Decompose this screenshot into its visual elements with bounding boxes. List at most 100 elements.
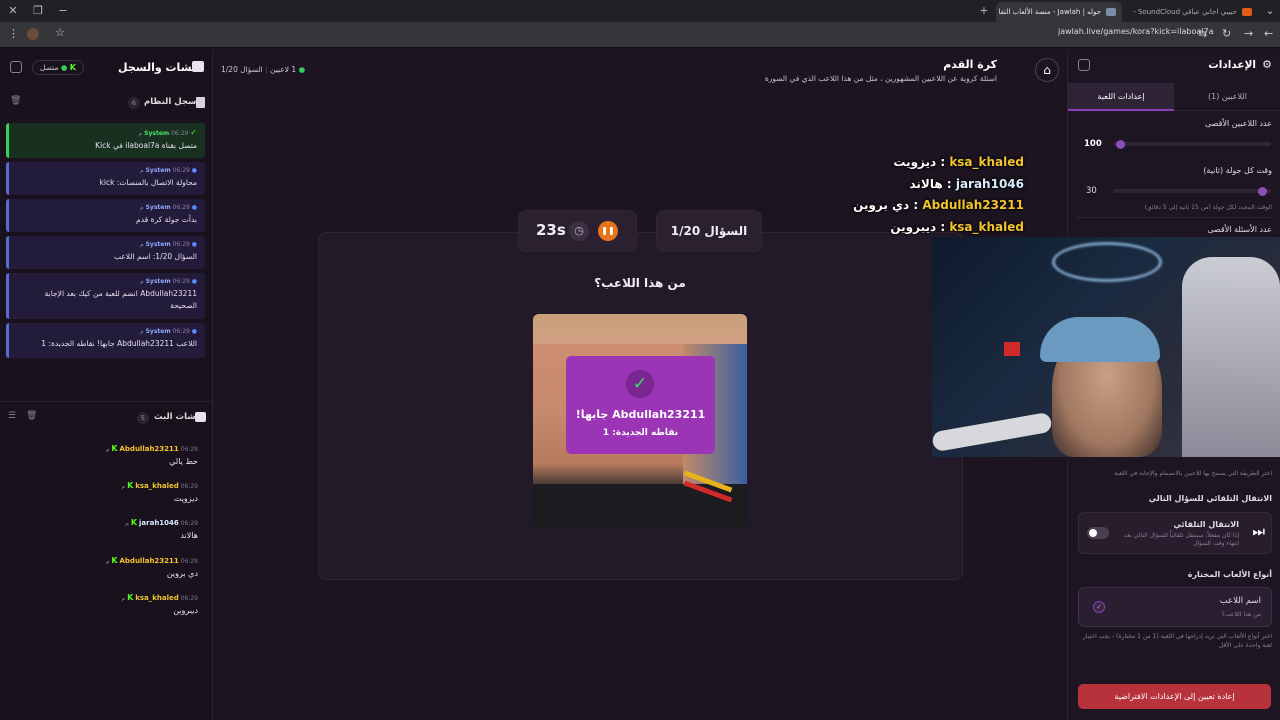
chat-message: K Abdullah23211 06:29 م حط يالي [13, 444, 198, 466]
round-time-slider[interactable] [1113, 186, 1271, 196]
tab-jawlah[interactable]: جوله | Jawlah - منصة الألعاب التفا ✕ [996, 2, 1122, 22]
kick-logo-icon: K [111, 444, 118, 453]
selected-check-icon[interactable]: ✓ [1093, 601, 1105, 613]
browser-tab-bar: ✕ ❐ − + جوله | Jawlah - منصة الألعاب الت… [0, 0, 1280, 22]
chat-text: دي بروين [166, 569, 198, 578]
check-icon: ✓ [626, 370, 654, 398]
online-dot-icon: ● [298, 65, 306, 74]
log-source: System [144, 130, 170, 137]
url-text[interactable]: jawlah.live/games/kora?kick=ilaboal7a [1058, 27, 1213, 36]
log-message: Abdullah23211 انضم للعبة من كيك بعد الإج… [44, 289, 197, 310]
log-message: محاولة الاتصال بالمنصات: kick [99, 178, 197, 187]
overlay-username: jarah1046 [955, 177, 1024, 191]
system-log-count: 6 [128, 97, 140, 109]
tab-title: جوله | Jawlah - منصة الألعاب التفا [998, 8, 1101, 16]
webcam-feed [932, 237, 1280, 457]
pause-button[interactable]: ❚❚ [598, 221, 618, 241]
restore-window-icon[interactable]: ❐ [30, 3, 46, 19]
chat-message: K ksa_khaled 06:29 م ديبروين [13, 593, 198, 615]
log-message: بدأت جولة كرة قدم [136, 215, 197, 224]
menu-dots-icon[interactable]: ⋮ [8, 27, 19, 40]
log-entry: ✓ System 06:29 م متصل بقناة ilaboal7a في… [6, 123, 205, 158]
join-mode-hint: اختر الطريقة التي يسمح بها للاعبين بالان… [1114, 470, 1272, 477]
log-source: System [145, 167, 171, 174]
streamer-cap [1040, 317, 1160, 362]
forward-icon[interactable]: → [1244, 27, 1253, 40]
panel-title: الشات والسجل [118, 61, 200, 74]
tab-players[interactable]: اللاعبين (1) [1174, 83, 1280, 111]
chat-bubble-icon [192, 61, 204, 72]
gear-icon: ⚙ [1262, 58, 1272, 71]
kick-logo-icon: K [127, 481, 134, 490]
log-source: System [145, 241, 171, 248]
back-icon[interactable]: ← [1264, 27, 1273, 40]
slider-handle[interactable] [1115, 139, 1125, 149]
collapse-panel-icon[interactable] [10, 61, 22, 73]
chat-log-panel: متصل ● K الشات والسجل 🗑 6 سجل النظام ✓ S… [0, 49, 213, 720]
toggle-knob [1089, 529, 1097, 537]
gaming-chair [1182, 257, 1280, 457]
tab-search-icon[interactable]: ⌄ [1262, 3, 1278, 19]
question-text: من هذا اللاعب؟ [594, 276, 686, 290]
max-questions-label: عدد الأسئلة الأقصى [1207, 225, 1272, 234]
auto-next-description: إذا كان مفعلاً، سينتقل تلقائياً للسؤال ا… [1124, 532, 1239, 547]
status-check-icon: ✓ [190, 128, 197, 137]
kick-logo-icon: K [127, 593, 134, 602]
chat-message: K Abdullah23211 06:29 م دي بروين [13, 556, 198, 578]
profile-avatar[interactable] [27, 28, 39, 40]
new-tab-icon[interactable]: + [976, 3, 992, 19]
log-source: System [145, 328, 171, 335]
info-dot-icon: ● [191, 328, 197, 335]
overlay-username: ksa_khaled [949, 220, 1024, 234]
tab-game-settings[interactable]: إعدادات اللعبة [1068, 83, 1174, 111]
log-entry: ● System 06:29 م بدأت جولة كرة قدم [6, 199, 205, 232]
reset-defaults-button[interactable]: إعادة تعيين إلى الإعدادات الافتراضية [1078, 684, 1271, 709]
question-progress: السؤال 1/20 [221, 65, 263, 74]
game-types-hint: اختر أنواع الألعاب التي تريد إدراجها في … [1083, 633, 1272, 649]
chat-username: Abdullah23211 [119, 557, 179, 565]
overlay-username: Abdullah23211 [922, 198, 1024, 212]
question-badge: السؤال 1/20 [656, 210, 762, 252]
log-entry: ● System 06:29 م محاولة الاتصال بالمنصات… [6, 162, 205, 195]
game-types-heading: أنواع الألعاب المختارة [1187, 570, 1272, 579]
collapse-panel-icon[interactable] [1078, 59, 1090, 71]
minimize-window-icon[interactable]: − [55, 3, 71, 19]
kick-logo-icon: K [111, 556, 118, 565]
bookmark-star-icon[interactable]: ☆ [55, 26, 65, 39]
game-status-bar: ● 1 لاعبين | السؤال 1/20 [221, 65, 306, 74]
overlay-chat-line: jarah1046 : هالاند [909, 177, 1024, 191]
chat-text: هالاند [180, 531, 198, 540]
chat-text: ديبروين [173, 606, 198, 615]
max-players-label: عدد اللاعبين الأقصى [1205, 119, 1272, 128]
overlay-chat-line: ksa_khaled : ديزويت [893, 155, 1024, 169]
auto-next-card: الانتقال التلقائي إذا كان مفعلاً، سينتقل… [1078, 512, 1272, 554]
slider-handle[interactable] [1257, 186, 1267, 196]
settings-title: الإعدادات [1208, 59, 1256, 71]
home-button[interactable]: ⌂ [1035, 58, 1059, 82]
system-log-title: سجل النظام [144, 97, 197, 107]
game-type-card[interactable]: ✓ اسم اللاعب من هذا اللاعب؟ [1078, 587, 1272, 627]
address-bar: ⋮ ☆ jawlah.live/games/kora?kick=ilaboal7… [0, 22, 1280, 48]
tab-soundcloud[interactable]: حبيبي اجاني عباقي SoundCloud - ✕ [1130, 2, 1258, 22]
site-settings-icon[interactable]: ⇆ [1198, 27, 1207, 40]
filter-icon[interactable]: ☰ [8, 411, 16, 421]
kick-logo-icon: K [130, 518, 138, 527]
max-players-value: 100 [1084, 139, 1102, 149]
auto-next-toggle[interactable] [1087, 527, 1109, 539]
chat-text: حط يالي [169, 457, 198, 466]
chat-username: jarah1046 [139, 519, 179, 527]
chat-username: ksa_khaled [135, 482, 179, 490]
winner-text: Abdullah23211 جابها! [575, 408, 706, 421]
background-light [1004, 342, 1020, 356]
trash-icon[interactable]: 🗑 [10, 96, 21, 106]
round-time-label: وقت كل جولة (ثانية) [1203, 166, 1272, 175]
tab-favicon-icon [1242, 8, 1252, 16]
reload-icon[interactable]: ↻ [1222, 27, 1231, 40]
info-dot-icon: ● [191, 167, 197, 174]
overlay-chat-line: Abdullah23211 : دي بروين [853, 198, 1024, 212]
photo-hair [533, 314, 747, 344]
close-window-icon[interactable]: ✕ [5, 3, 21, 19]
max-players-slider[interactable] [1113, 139, 1271, 149]
neon-light [1052, 242, 1162, 282]
trash-icon[interactable]: 🗑 [26, 411, 37, 421]
